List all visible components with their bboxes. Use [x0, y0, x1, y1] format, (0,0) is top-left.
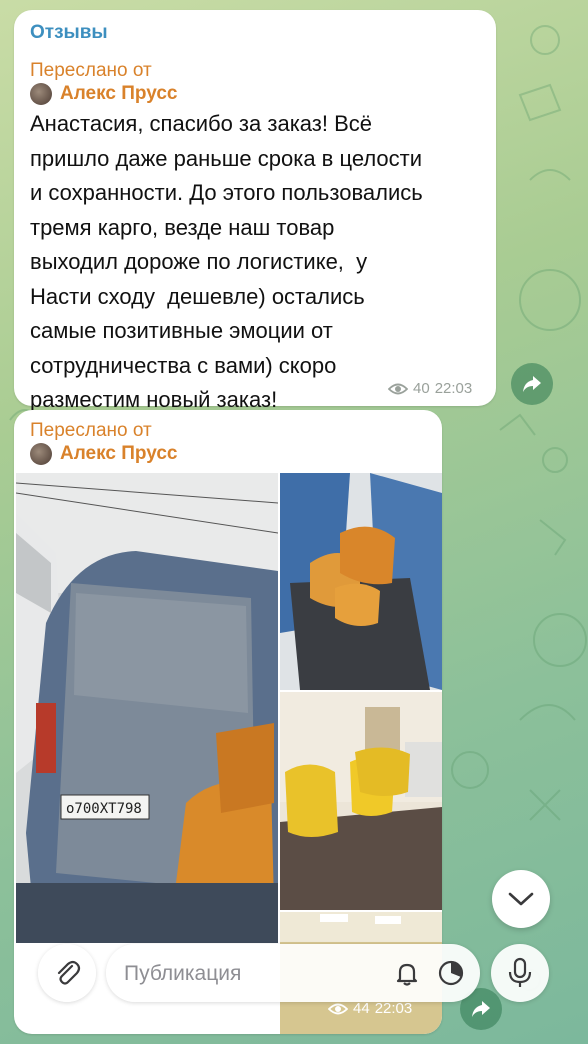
eye-icon [388, 383, 408, 394]
microphone-icon [508, 957, 532, 987]
forwarded-label: Переслано от [30, 60, 152, 81]
message-bubble[interactable]: Отзывы Переслано от Алекс Прусс Анастаси… [14, 10, 496, 412]
license-plate-text: о700ХТ798 [66, 801, 142, 817]
message-time: 22:03 [434, 380, 473, 397]
attach-button[interactable] [38, 944, 96, 1002]
avatar [30, 83, 52, 105]
microphone-button[interactable] [491, 944, 549, 1002]
van-interior-image [280, 473, 442, 690]
forwarded-author[interactable]: Алекс Прусс [30, 83, 177, 105]
bell-icon[interactable] [392, 958, 422, 988]
photo-parcels-room[interactable] [280, 692, 442, 910]
channel-name[interactable]: Отзывы [30, 22, 108, 44]
share-icon [523, 376, 541, 392]
forwarded-author-name: Алекс Прусс [60, 443, 178, 464]
message-input[interactable]: Публикация [106, 944, 480, 1002]
paperclip-icon [57, 960, 81, 985]
photo-van[interactable]: о700ХТ798 [16, 473, 278, 943]
scroll-down-button[interactable] [492, 870, 550, 928]
message-text: Анастасия, спасибо за заказ! Всё пришло … [30, 111, 423, 412]
avatar [30, 443, 52, 465]
share-button[interactable] [511, 363, 553, 405]
message-meta: 40 22:03 [388, 380, 472, 397]
timer-icon[interactable] [436, 958, 466, 988]
parcels-room-image [280, 692, 442, 910]
view-count: 40 [413, 380, 430, 397]
photo-van-interior[interactable] [280, 473, 442, 690]
forwarded-label: Переслано от [30, 420, 152, 441]
message-input-placeholder: Публикация [124, 962, 242, 985]
forwarded-author[interactable]: Алекс Прусс [30, 443, 177, 465]
composer-bar: Публикация [0, 940, 588, 1006]
van-image: о700ХТ798 [16, 473, 278, 943]
forwarded-author-name: Алекс Прусс [60, 83, 178, 104]
chevron-down-icon [508, 892, 534, 906]
